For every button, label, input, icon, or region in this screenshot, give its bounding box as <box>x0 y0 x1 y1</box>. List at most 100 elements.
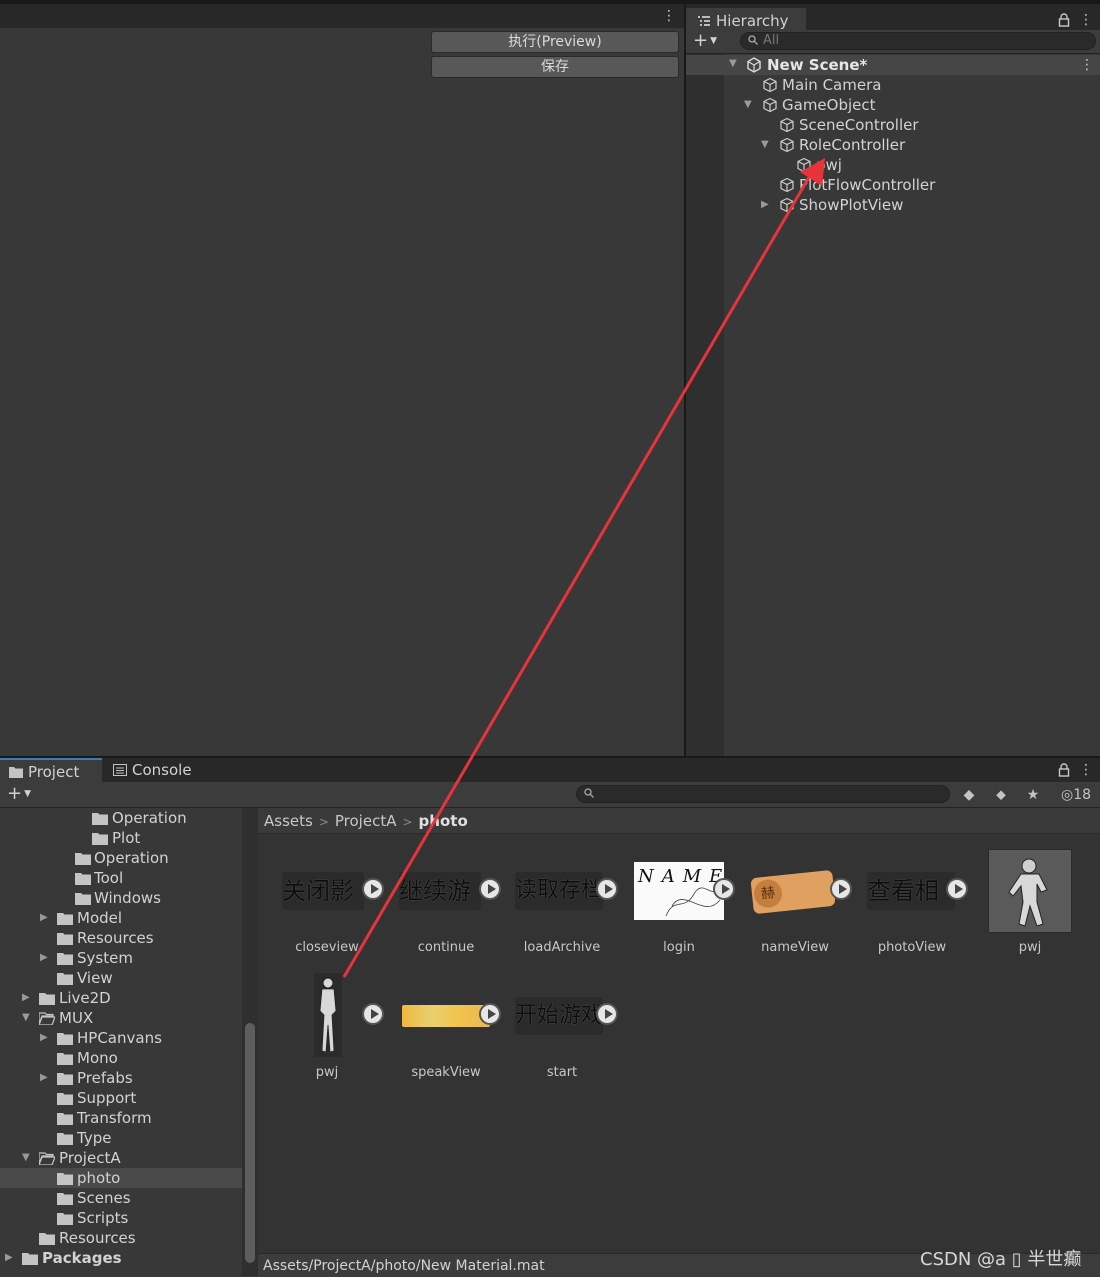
gameobject-cube-icon <box>780 177 794 193</box>
play-icon[interactable] <box>362 1003 384 1025</box>
asset-nameview[interactable]: 赫 nameView <box>740 850 852 960</box>
tree-item-label: Tool <box>94 869 124 887</box>
calligraphy-sprite: 继续游 <box>399 872 481 910</box>
tree-item-tool[interactable]: Tool <box>0 868 242 888</box>
asset-photoview[interactable]: 查看相 photoView <box>857 850 968 960</box>
tab-project[interactable]: Project <box>0 758 102 782</box>
asset-closeview[interactable]: 关闭影 closeview <box>272 850 384 960</box>
breadcrumb-item[interactable]: ProjectA <box>335 812 397 830</box>
create-dropdown[interactable]: + ▼ <box>693 31 717 51</box>
expand-arrow-icon[interactable]: ▼ <box>22 1148 34 1168</box>
asset-continue[interactable]: 继续游 continue <box>391 850 501 960</box>
save-button[interactable]: 保存 <box>431 56 679 78</box>
search-icon <box>748 35 758 45</box>
play-icon[interactable] <box>946 878 968 900</box>
seal-stamp: 赫 <box>752 878 784 910</box>
hierarchy-search-input[interactable]: All <box>740 32 1096 50</box>
play-icon[interactable] <box>713 878 735 900</box>
open-folder-icon <box>39 1012 55 1025</box>
tree-item-label: Windows <box>94 889 161 907</box>
lock-icon[interactable] <box>1058 763 1070 777</box>
asset-speakview[interactable]: speakView <box>391 975 501 1085</box>
tree-item-system[interactable]: ▶ System <box>0 948 242 968</box>
tree-item-photo[interactable]: photo <box>0 1168 242 1188</box>
tree-item-label: Operation <box>94 849 169 867</box>
breadcrumb-item[interactable]: Assets <box>264 812 313 830</box>
tree-item-model[interactable]: ▶ Model <box>0 908 242 928</box>
filter-by-type-icon[interactable]: ◆ <box>954 785 984 805</box>
scene-expand-arrow-icon[interactable]: ▼ <box>729 58 737 69</box>
asset-pwj-material[interactable]: pwj <box>975 849 1085 960</box>
favorites-star-icon[interactable]: ★ <box>1018 785 1048 805</box>
asset-name: photoView <box>877 940 947 955</box>
hierarchy-gutter <box>686 54 724 756</box>
play-icon[interactable] <box>479 878 501 900</box>
eye-hidden-icon: ◎ <box>1060 787 1074 803</box>
preview-button[interactable]: 执行(Preview) <box>431 31 679 53</box>
tree-item-resources[interactable]: Resources <box>0 928 242 948</box>
collapse-arrow-icon[interactable]: ▶ <box>5 1248 17 1268</box>
open-folder-icon <box>39 1152 55 1165</box>
expand-arrow-icon[interactable]: ▼ <box>761 135 773 155</box>
tree-item-prefabs[interactable]: ▶ Prefabs <box>0 1068 242 1088</box>
project-menu-icon[interactable]: ⋮ <box>1079 763 1093 777</box>
project-search-input[interactable] <box>576 785 950 803</box>
play-icon[interactable] <box>596 878 618 900</box>
asset-name: closeview <box>295 940 359 955</box>
collapse-arrow-icon[interactable]: ▶ <box>761 195 773 215</box>
collapse-arrow-icon[interactable]: ▶ <box>22 988 34 1008</box>
tree-item-transform[interactable]: Transform <box>0 1108 242 1128</box>
play-icon[interactable] <box>596 1003 618 1025</box>
scene-menu-icon[interactable]: ⋮ <box>1080 58 1094 72</box>
tree-item-operation[interactable]: Operation <box>0 808 242 828</box>
tree-item-label: Operation <box>112 809 187 827</box>
filter-by-label-icon[interactable]: ⬥ <box>986 785 1016 805</box>
collapse-arrow-icon[interactable]: ▶ <box>40 908 52 928</box>
editor-menu-icon[interactable]: ⋮ <box>662 9 676 23</box>
asset-name: pwj <box>1018 940 1042 955</box>
asset-name: login <box>663 940 695 955</box>
play-icon[interactable] <box>479 1003 501 1025</box>
collapse-arrow-icon[interactable]: ▶ <box>40 948 52 968</box>
tree-item-resources[interactable]: Resources <box>0 1228 242 1248</box>
create-dropdown[interactable]: + ▼ <box>7 784 31 804</box>
hidden-packages-toggle[interactable]: ◎18 <box>1054 785 1098 805</box>
asset-login[interactable]: NAME login <box>624 850 735 960</box>
scrollbar-thumb[interactable] <box>245 1023 255 1263</box>
play-icon[interactable] <box>830 878 852 900</box>
collapse-arrow-icon[interactable]: ▶ <box>40 1028 52 1048</box>
tree-item-projecta[interactable]: ▼ ProjectA <box>0 1148 242 1168</box>
lock-icon[interactable] <box>1058 13 1070 27</box>
tree-item-scripts[interactable]: Scripts <box>0 1208 242 1228</box>
tree-item-operation[interactable]: Operation <box>0 848 242 868</box>
asset-start[interactable]: 开始游戏 start <box>507 975 618 1085</box>
folder-tree-scrollbar[interactable] <box>242 808 258 1276</box>
collapse-arrow-icon[interactable]: ▶ <box>40 1068 52 1088</box>
tree-item-type[interactable]: Type <box>0 1128 242 1148</box>
asset-loadarchive[interactable]: 读取存档 loadArchive <box>507 850 618 960</box>
tree-item-packages[interactable]: ▶ Packages <box>0 1248 242 1268</box>
tree-item-windows[interactable]: Windows <box>0 888 242 908</box>
hierarchy-item-label: PlotFlowController <box>799 176 936 194</box>
breadcrumb-current[interactable]: photo <box>419 812 468 830</box>
tree-item-hpcanvans[interactable]: ▶ HPCanvans <box>0 1028 242 1048</box>
hierarchy-item-label: ShowPlotView <box>799 196 904 214</box>
tree-item-scenes[interactable]: Scenes <box>0 1188 242 1208</box>
tree-item-mono[interactable]: Mono <box>0 1048 242 1068</box>
tree-item-view[interactable]: View <box>0 968 242 988</box>
tree-item-plot[interactable]: Plot <box>0 828 242 848</box>
tree-item-label: Prefabs <box>77 1069 133 1087</box>
gameobject-cube-icon <box>780 197 794 213</box>
asset-pwj-sprite[interactable]: pwj <box>272 973 384 1085</box>
hierarchy-menu-icon[interactable]: ⋮ <box>1079 13 1093 27</box>
tab-console[interactable]: Console <box>104 758 204 782</box>
expand-arrow-icon[interactable]: ▼ <box>22 1008 34 1028</box>
expand-arrow-icon[interactable]: ▼ <box>744 95 756 115</box>
tree-item-support[interactable]: Support <box>0 1088 242 1108</box>
tree-item-live2d[interactable]: ▶ Live2D <box>0 988 242 1008</box>
tree-item-label: Transform <box>77 1109 152 1127</box>
play-icon[interactable] <box>362 878 384 900</box>
tree-item-mux[interactable]: ▼ MUX <box>0 1008 242 1028</box>
scene-header-row[interactable]: ▼ New Scene* ⋮ <box>686 55 1100 75</box>
folder-icon <box>57 913 73 925</box>
